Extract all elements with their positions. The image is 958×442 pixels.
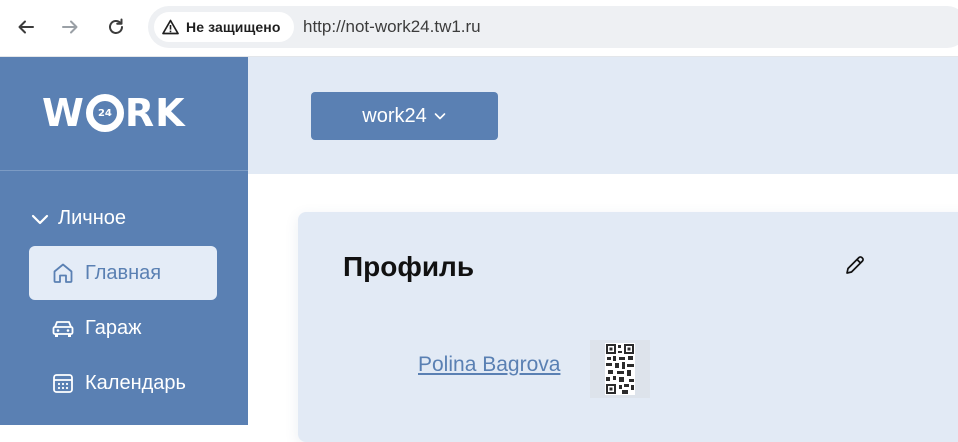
arrow-right-icon — [62, 20, 78, 34]
forward-button[interactable] — [56, 13, 84, 41]
logo-badge: 24 — [97, 107, 112, 119]
org-selector-label: work24 — [362, 104, 427, 127]
profile-user-name-link[interactable]: Polina Bagrova — [418, 353, 560, 377]
profile-title: Профиль — [343, 251, 475, 282]
sidebar-item-home[interactable]: Главная — [29, 246, 217, 300]
logo-o-ring: 24 — [85, 94, 124, 132]
back-button[interactable] — [12, 13, 40, 41]
sidebar-section-title: Личное — [58, 207, 127, 229]
browser-toolbar: Не защищено http://not-work24.tw1.ru — [0, 0, 958, 57]
edit-profile-button[interactable] — [842, 252, 868, 278]
reload-button[interactable] — [102, 13, 130, 41]
url-text[interactable]: http://not-work24.tw1.ru — [303, 17, 481, 37]
home-icon — [51, 261, 75, 285]
sidebar-item-calendar[interactable]: Календарь — [29, 356, 217, 410]
top-header: work24 — [248, 57, 958, 174]
logo-letter-w: W — [42, 91, 85, 135]
logo-letters-rk: RK — [124, 91, 186, 135]
sidebar-item-label: Гараж — [85, 316, 142, 339]
qr-code-icon[interactable] — [590, 340, 650, 398]
security-indicator[interactable]: Не защищено — [154, 12, 294, 42]
chevron-down-icon — [433, 109, 447, 123]
warning-triangle-icon — [162, 19, 179, 35]
car-icon — [51, 316, 75, 340]
sidebar-item-label: Главная — [85, 261, 162, 284]
profile-card: Профиль Polina Bagrova — [298, 212, 958, 442]
main-content: work24 Профиль Polina Bagrova — [248, 57, 958, 442]
sidebar-item-garage[interactable]: Гараж — [29, 301, 217, 355]
work24-logo[interactable]: W 24 RK — [42, 91, 186, 135]
sidebar-item-label: Календарь — [85, 371, 186, 394]
arrow-left-icon — [18, 20, 34, 34]
reload-icon — [109, 18, 123, 34]
logo-area: W 24 RK — [0, 57, 248, 171]
chevron-down-icon — [30, 209, 50, 229]
sidebar: W 24 RK Личное Главная Гараж Календарь — [0, 57, 248, 425]
sidebar-section-personal[interactable]: Личное — [30, 207, 126, 230]
org-selector-dropdown[interactable]: work24 — [311, 92, 498, 140]
pencil-icon — [846, 256, 864, 274]
app-root: W 24 RK Личное Главная Гараж Календарь w… — [0, 57, 958, 442]
address-bar[interactable]: Не защищено http://not-work24.tw1.ru — [148, 6, 958, 48]
security-label: Не защищено — [186, 19, 281, 35]
calendar-icon — [51, 371, 75, 395]
